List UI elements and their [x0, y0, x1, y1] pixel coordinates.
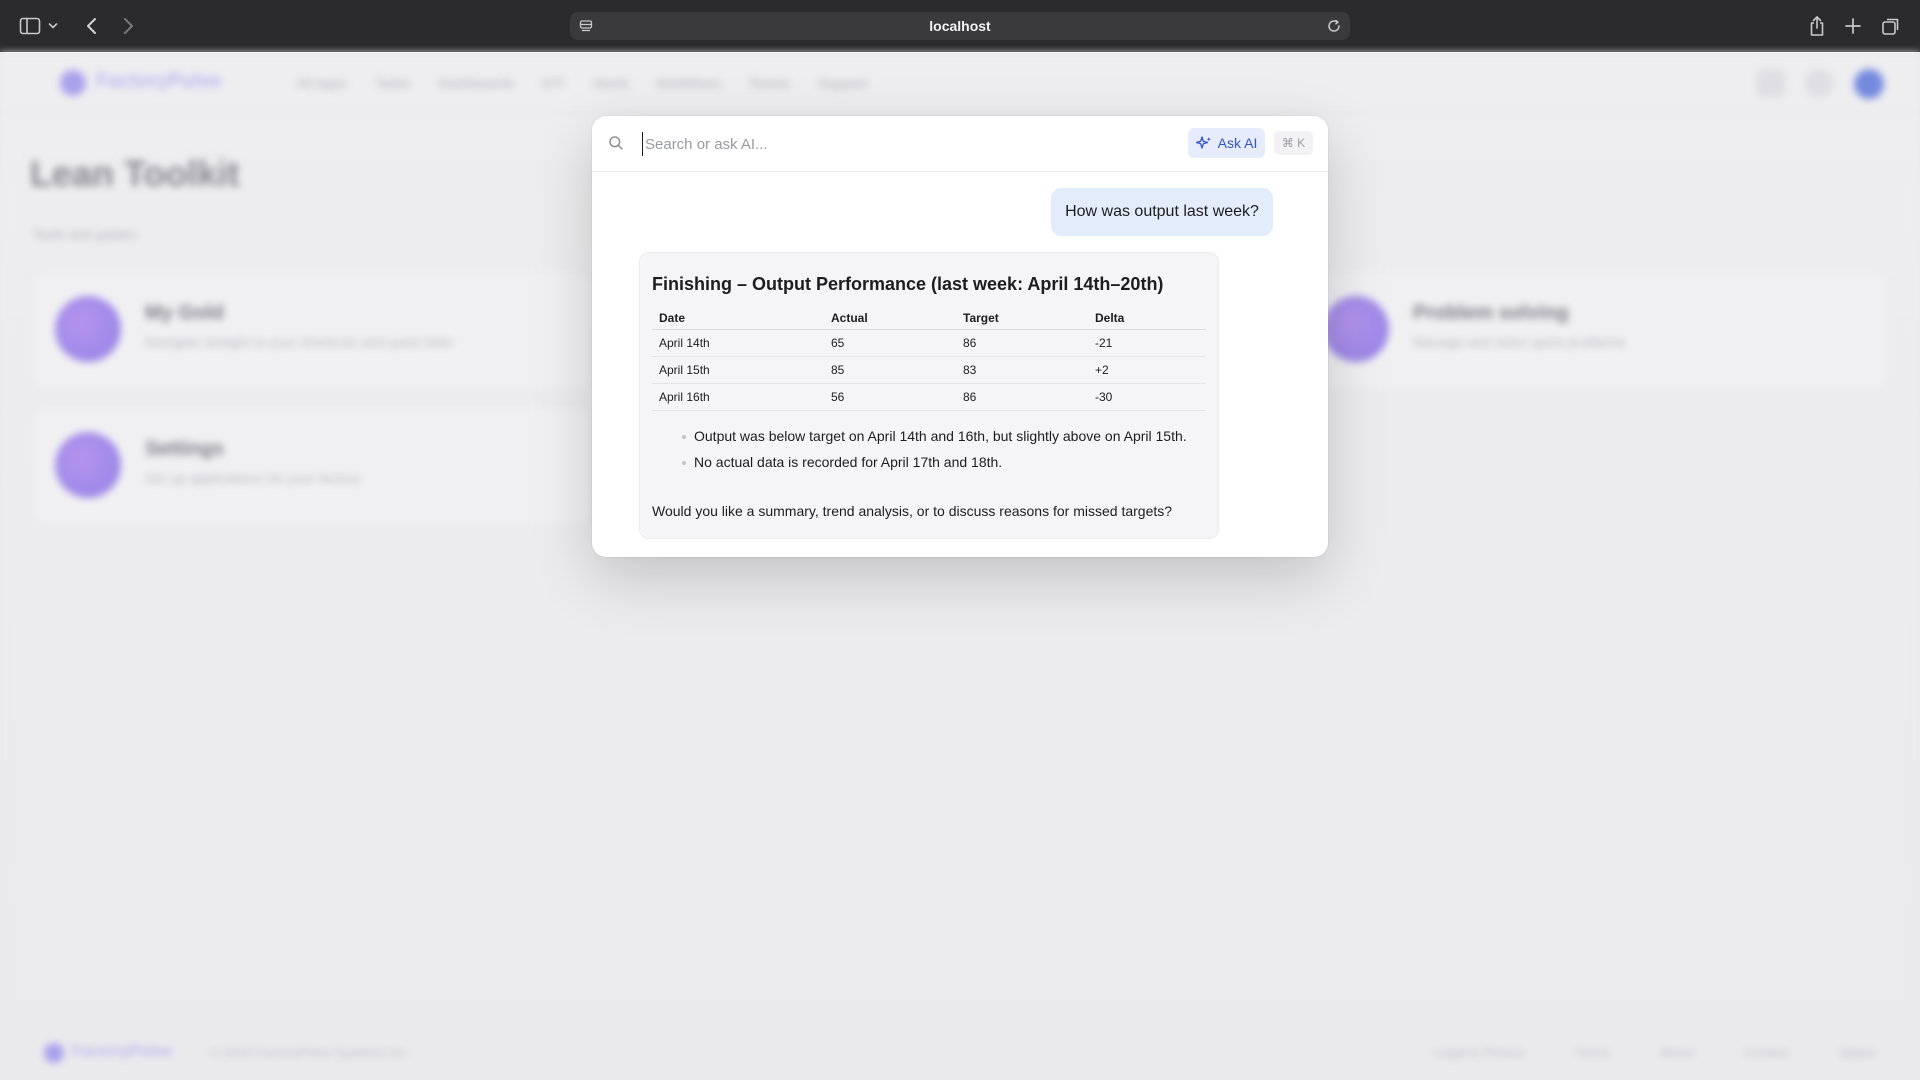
list-item: Output was below target on April 14th an… [680, 424, 1200, 448]
table-cell: April 16th [652, 383, 824, 411]
table-cell: 85 [824, 356, 956, 384]
back-button[interactable] [78, 12, 106, 40]
column-header: Date [652, 307, 824, 330]
user-message-bubble: How was output last week? [1051, 188, 1273, 236]
sparkle-icon [1195, 136, 1211, 149]
column-header: Delta [1088, 307, 1206, 330]
search-row: Ask AI ⌘ K [592, 116, 1328, 172]
table-cell: 86 [956, 383, 1088, 411]
plus-icon [1845, 18, 1861, 34]
table-cell: -21 [1088, 329, 1206, 357]
ai-response-card: Finishing – Output Performance (last wee… [639, 252, 1219, 539]
list-item: No actual data is recorded for April 17t… [680, 450, 1200, 474]
output-table: Date Actual Target Delta April 14th 65 8… [652, 307, 1206, 411]
table-row: April 15th 85 83 +2 [652, 356, 1206, 384]
table-cell: April 15th [652, 356, 824, 384]
bullet-text: Output was below target on April 14th an… [694, 428, 1187, 444]
tabs-icon [1882, 18, 1899, 35]
ask-ai-button[interactable]: Ask AI [1188, 128, 1265, 158]
search-icon [609, 136, 623, 150]
chevron-down-icon [48, 23, 58, 29]
sidebar-icon [19, 17, 41, 35]
column-header: Target [956, 307, 1088, 330]
ask-ai-label: Ask AI [1217, 135, 1258, 151]
forward-button[interactable] [114, 12, 142, 40]
table-cell: 65 [824, 329, 956, 357]
table-row: April 16th 56 86 -30 [652, 383, 1206, 411]
browser-toolbar: localhost [0, 0, 1920, 52]
share-button[interactable] [1803, 12, 1831, 40]
table-cell: 86 [956, 329, 1088, 357]
address-text: localhost [929, 18, 991, 34]
table-cell: 56 [824, 383, 956, 411]
ai-response-title: Finishing – Output Performance (last wee… [652, 274, 1164, 294]
table-cell: 83 [956, 356, 1088, 384]
table-cell: -30 [1088, 383, 1206, 411]
search-input[interactable] [642, 132, 1142, 156]
bullet-icon [682, 435, 686, 439]
search-modal: Ask AI ⌘ K How was output last week? Fin… [592, 116, 1328, 557]
bullet-icon [682, 461, 686, 465]
page-settings-icon[interactable] [578, 18, 594, 34]
table-row: April 14th 65 86 -21 [652, 329, 1206, 357]
bullet-text: No actual data is recorded for April 17t… [694, 454, 1003, 470]
table-cell: April 14th [652, 329, 824, 357]
new-tab-button[interactable] [1839, 12, 1867, 40]
tab-overview-button[interactable] [1877, 12, 1905, 40]
chevron-left-icon [87, 18, 96, 34]
sidebar-menu-button[interactable] [46, 12, 60, 40]
ai-followup-question: Would you like a summary, trend analysis… [652, 503, 1173, 519]
sidebar-toggle-button[interactable] [16, 12, 44, 40]
share-icon [1810, 16, 1824, 36]
ai-response-bullets: Output was below target on April 14th an… [680, 424, 1200, 474]
reload-icon[interactable] [1326, 18, 1342, 34]
chevron-right-icon [124, 18, 133, 34]
table-header-row: Date Actual Target Delta [652, 307, 1206, 330]
column-header: Actual [824, 307, 956, 330]
address-bar[interactable]: localhost [570, 12, 1350, 40]
table-cell: +2 [1088, 356, 1206, 384]
shortcut-hint: ⌘ K [1274, 131, 1313, 155]
